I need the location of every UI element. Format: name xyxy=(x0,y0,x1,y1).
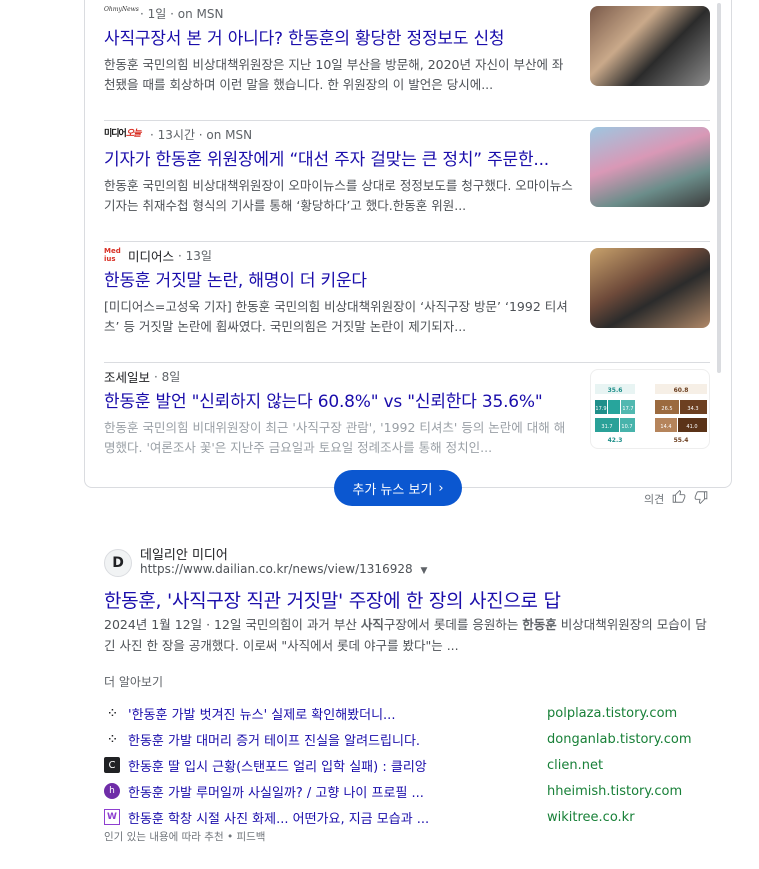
poll-value: 26.5 xyxy=(661,406,672,412)
clien-icon: C xyxy=(104,757,120,773)
related-link-text[interactable]: 한동훈 가발 루머일까 사실일까? / 고향 나이 프로필 ... xyxy=(128,782,448,801)
news-item[interactable]: 조세일보 · 8일 한동훈 발언 "신뢰하지 않는다 60.8%" vs "신뢰… xyxy=(104,363,710,484)
news-thumbnail[interactable] xyxy=(590,6,710,86)
news-title[interactable]: 한동훈 거짓말 논란, 해명이 더 키운다 xyxy=(104,268,574,294)
more-news-label: 추가 뉴스 보기 xyxy=(352,482,433,498)
thumbs-up-icon[interactable] xyxy=(672,489,686,507)
poll-value: 35.6 xyxy=(608,387,623,394)
news-snippet: 한동훈 국민의힘 비대위원장이 최근 '사직구장 관람', '1992 티셔츠'… xyxy=(104,420,566,455)
poll-value: 34.3 xyxy=(687,406,698,412)
poll-value: 14.4 xyxy=(660,424,671,430)
news-item[interactable]: Med ius 미디어스 · 13일 한동훈 거짓말 논란, 해명이 더 키운다 … xyxy=(104,242,710,363)
poll-infographic: 35.6 60.8 17.9 17.7 26.5 34.3 31.7 10.7 … xyxy=(595,384,707,444)
news-meta: · 13일 xyxy=(178,248,212,263)
poll-value: 10.7 xyxy=(621,424,632,430)
related-link-domain: donganlab.tistory.com xyxy=(547,731,692,747)
feedback-label: 의견 xyxy=(644,492,665,506)
news-title[interactable]: 사직구장서 본 거 아니다? 한동훈의 황당한 정정보도 신청 xyxy=(104,26,574,52)
mediaoneul-logo-icon: 미디어오늘 xyxy=(104,129,141,139)
poll-value: 31.7 xyxy=(601,424,612,430)
tistory-icon: ⁘ xyxy=(108,733,116,745)
related-link-text[interactable]: 한동훈 가발 대머리 증거 테이프 진실을 알려드립니다. xyxy=(128,730,448,749)
news-source-row: 조세일보 · 8일 xyxy=(104,367,180,385)
result-site-name[interactable]: 데일리안 미디어 xyxy=(140,544,228,563)
related-link[interactable]: h 한동훈 가발 루머일까 사실일까? / 고향 나이 프로필 ... hhei… xyxy=(104,778,704,804)
news-source-name: 미디어스 xyxy=(128,248,175,264)
news-meta: · 8일 xyxy=(154,369,181,384)
news-thumbnail[interactable] xyxy=(590,248,710,328)
news-title[interactable]: 기자가 한동훈 위원장에게 “대선 주자 걸맞는 큰 정치” 주문한... xyxy=(104,147,574,173)
news-title[interactable]: 한동훈 발언 "신뢰하지 않는다 60.8%" vs "신뢰한다 35.6%" xyxy=(104,389,574,415)
news-source-row: OhmyNews · 1일 · on MSN xyxy=(104,4,223,22)
tistory-icon: ⁘ xyxy=(108,707,116,719)
dailian-favicon-icon: D xyxy=(104,549,132,577)
related-link-domain: clien.net xyxy=(547,757,604,773)
related-link-text[interactable]: '한동훈 가발 벗겨진 뉴스' 실제로 확인해봤더니... xyxy=(128,704,448,723)
ohmynews-logo-icon: OhmyNews xyxy=(104,6,139,13)
news-source-row: 미디어오늘 · 13시간 · on MSN xyxy=(104,125,252,143)
more-news-button[interactable]: 추가 뉴스 보기 › xyxy=(334,470,462,506)
news-snippet: [미디어스=고성욱 기자] 한동훈 국민의힘 비상대책위원장이 ‘사직구장 방문… xyxy=(104,299,568,334)
news-source-row: Med ius 미디어스 · 13일 xyxy=(104,246,212,264)
news-meta: · 1일 · on MSN xyxy=(140,6,224,21)
news-thumbnail[interactable]: 35.6 60.8 17.9 17.7 26.5 34.3 31.7 10.7 … xyxy=(590,369,710,449)
related-link[interactable]: C 한동훈 딸 입시 근황(스탠포드 얼리 입학 실패) : 클리앙 clien… xyxy=(104,752,704,778)
result-title[interactable]: 한동훈, '사직구장 직관 거짓말' 주장에 한 장의 사진으로 답 xyxy=(104,586,561,613)
news-thumbnail[interactable] xyxy=(590,127,710,207)
news-item[interactable]: OhmyNews · 1일 · on MSN 사직구장서 본 거 아니다? 한동… xyxy=(104,0,710,121)
related-link[interactable]: ⁘ '한동훈 가발 벗겨진 뉴스' 실제로 확인해봤더니... polplaza… xyxy=(104,700,704,726)
hheimish-icon: h xyxy=(104,783,120,799)
related-link-domain: hheimish.tistory.com xyxy=(547,783,683,799)
related-link-domain: wikitree.co.kr xyxy=(547,809,635,825)
poll-value: 17.9 xyxy=(595,406,606,412)
related-link-text[interactable]: 한동훈 딸 입시 근황(스탠포드 얼리 입학 실패) : 클리앙 xyxy=(128,756,448,775)
news-snippet: 한동훈 국민의힘 비상대책위원장은 지난 10일 부산을 방문해, 2020년 … xyxy=(104,57,564,92)
related-link[interactable]: W 한동훈 학창 시절 사진 화제... 어떤가요, 지금 모습과 ... wi… xyxy=(104,804,704,830)
more-to-know-label: 더 알아보기 xyxy=(104,675,164,689)
thumbs-down-icon[interactable] xyxy=(694,490,708,507)
news-snippet: 한동훈 국민의힘 비상대책위원장이 오마이뉴스를 상대로 정정보도를 청구했다.… xyxy=(104,178,573,213)
poll-value: 41.0 xyxy=(686,424,697,430)
news-item[interactable]: 미디어오늘 · 13시간 · on MSN 기자가 한동훈 위원장에게 “대선 … xyxy=(104,121,710,242)
more-options-icon[interactable]: ▼ xyxy=(420,566,427,576)
news-source-name: 조세일보 xyxy=(104,369,151,385)
poll-value: 42.3 xyxy=(608,437,623,444)
result-date: 2024년 1월 12일 xyxy=(104,617,203,632)
poll-value: 17.7 xyxy=(622,406,633,412)
poll-value: 60.8 xyxy=(674,387,689,394)
related-link[interactable]: ⁘ 한동훈 가발 대머리 증거 테이프 진실을 알려드립니다. donganla… xyxy=(104,726,704,752)
feedback-row: 의견 xyxy=(644,489,708,507)
wikitree-icon: W xyxy=(104,809,120,825)
chevron-right-icon: › xyxy=(438,480,444,496)
result-snippet: 2024년 1월 12일 · 12일 국민의힘이 과거 부산 사직구장에서 롯데… xyxy=(104,617,707,653)
card-scrollbar[interactable] xyxy=(717,3,721,373)
related-links-list: ⁘ '한동훈 가발 벗겨진 뉴스' 실제로 확인해봤더니... polplaza… xyxy=(104,700,704,830)
related-link-text[interactable]: 한동훈 학창 시절 사진 화제... 어떤가요, 지금 모습과 ... xyxy=(128,808,448,827)
news-meta: · 13시간 · on MSN xyxy=(150,127,253,142)
result-url[interactable]: https://www.dailian.co.kr/news/view/1316… xyxy=(140,562,427,576)
related-link-domain: polplaza.tistory.com xyxy=(547,705,678,721)
recommendation-footnote[interactable]: 인기 있는 내용에 따라 추천 • 피드백 xyxy=(104,829,265,844)
poll-value: 55.4 xyxy=(674,437,689,444)
medius-logo-icon: Med ius xyxy=(104,247,121,263)
